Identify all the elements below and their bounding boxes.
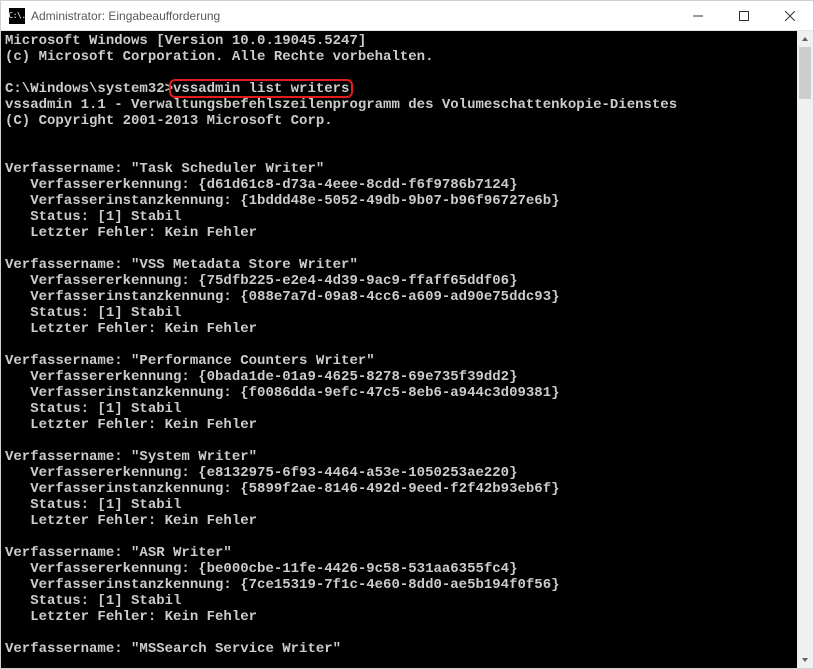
window-title: Administrator: Eingabeaufforderung: [31, 9, 675, 23]
close-button[interactable]: [767, 1, 813, 30]
titlebar: C:\. Administrator: Eingabeaufforderung: [1, 1, 813, 31]
scrollbar-thumb[interactable]: [799, 47, 811, 99]
minimize-button[interactable]: [675, 1, 721, 30]
scroll-up-arrow-icon[interactable]: [797, 31, 813, 47]
terminal-area: Microsoft Windows [Version 10.0.19045.52…: [1, 31, 813, 668]
vertical-scrollbar[interactable]: [797, 31, 813, 668]
scrollbar-track[interactable]: [797, 47, 813, 652]
window-controls: [675, 1, 813, 30]
maximize-button[interactable]: [721, 1, 767, 30]
cmd-icon: C:\.: [9, 8, 25, 24]
scroll-down-arrow-icon[interactable]: [797, 652, 813, 668]
terminal-output[interactable]: Microsoft Windows [Version 10.0.19045.52…: [1, 31, 797, 668]
